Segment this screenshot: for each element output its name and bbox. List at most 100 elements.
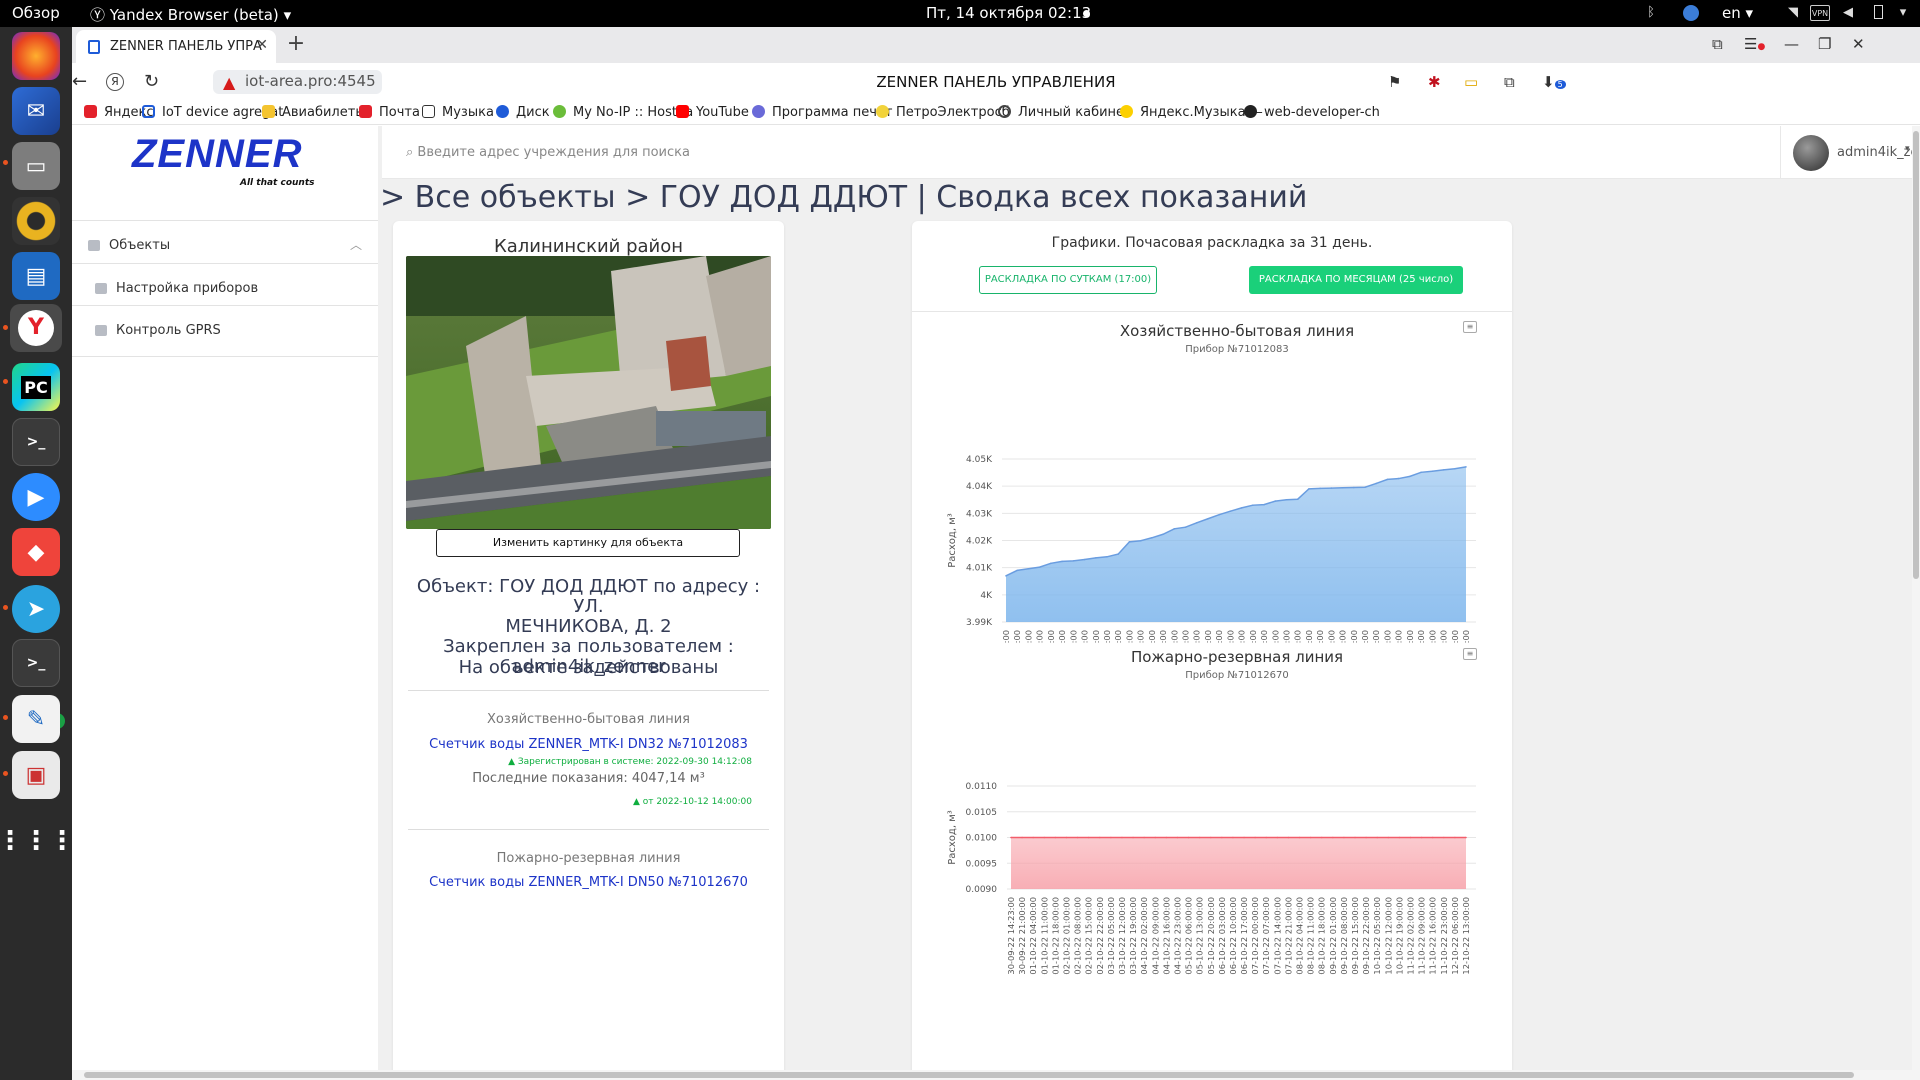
bookmark-item[interactable]: ПетроЭлектросб [876, 105, 1010, 120]
data-point [1330, 487, 1333, 489]
extension-bug-icon[interactable]: ✱ [1428, 73, 1441, 91]
x-tick-label: 11-10-22 16:00:00 [1428, 897, 1438, 975]
bookmark-item[interactable]: Почта [359, 105, 420, 120]
data-point [1198, 836, 1201, 839]
last-reading: Последние показания: 4047,14 м³ [472, 771, 705, 786]
thunderbird-icon[interactable]: ✉ [12, 87, 60, 135]
monthly-breakdown-button[interactable]: РАСКЛАДКА ПО МЕСЯЦАМ (25 число) [1249, 266, 1463, 294]
x-axis-label: Дата [1224, 978, 1250, 979]
scrollbar-thumb[interactable] [1913, 131, 1919, 579]
close-tab-icon[interactable]: ✕ [256, 37, 268, 53]
meter-link[interactable]: Счетчик воды ZENNER_MTK-I DN32 №71012083 [393, 737, 784, 752]
plane-icon [262, 105, 275, 118]
zoom-icon[interactable]: ▶ [12, 473, 60, 521]
browser-tab[interactable]: ZENNER ПАНЕЛЬ УПРА ✕ [76, 30, 276, 63]
y-tick-label: 4.02K [966, 537, 993, 547]
user-menu[interactable]: admin4ik_zenner ▾ [1780, 126, 1912, 179]
firefox-icon[interactable] [12, 32, 60, 80]
bookmark-item[interactable]: Музыка [422, 105, 494, 120]
bookmark-item[interactable]: Личный кабинет [998, 105, 1132, 120]
bookmark-item[interactable]: Яндекс.Музыка — [1120, 105, 1263, 120]
y-tick-label: 0.0095 [966, 859, 998, 869]
object-address-line1: Объект: ГОУ ДОД ДДЮТ по адресу : УЛ. [416, 576, 761, 617]
sidebar-item-gprs-control[interactable]: Контроль GPRS [72, 305, 378, 356]
browser-menu-icon[interactable]: ☰● [1744, 35, 1765, 53]
meter-link[interactable]: Счетчик воды ZENNER_MTK-I DN50 №71012670 [393, 875, 784, 890]
activities-button[interactable]: Обзор [12, 4, 60, 22]
bookmark-item[interactable]: Авиабилеты [262, 105, 366, 120]
language-indicator[interactable]: en ▾ [1722, 4, 1753, 22]
bookmark-item[interactable]: Диск [496, 105, 550, 120]
bookmark-star-icon[interactable]: ⚑ [1388, 73, 1401, 91]
extension-battery-icon[interactable]: ▭ [1464, 73, 1478, 91]
yandex-browser-icon[interactable]: Y [10, 304, 62, 352]
data-point [1443, 836, 1445, 839]
chart-title: Хозяйственно-бытовая линия [1120, 322, 1354, 340]
bookmark-item[interactable]: YouTube [676, 105, 749, 120]
apps-grid-icon[interactable]: ⋮⋮⋮ [0, 817, 75, 865]
vpn-icon[interactable]: VPN [1810, 5, 1830, 21]
x-tick-label: 02-10-22 22:00:00 [1095, 897, 1105, 975]
data-point [1098, 836, 1101, 839]
object-address-line2: МЕЧНИКОВА, Д. 2 [505, 616, 672, 637]
sidebar-item-label: Контроль GPRS [116, 323, 221, 338]
data-point [1128, 541, 1131, 543]
data-point [1207, 517, 1209, 520]
anydesk-icon[interactable]: ◆ [12, 528, 60, 576]
downloads-icon[interactable]: ⬇ 5 [1542, 73, 1566, 91]
pycharm-icon[interactable]: PC [12, 363, 60, 411]
minimize-icon[interactable]: — [1784, 35, 1799, 53]
horizontal-scrollbar[interactable] [72, 1070, 1920, 1080]
writer-icon[interactable]: ▤ [12, 252, 60, 300]
x-tick-label: 02-10-22 01:00:00 [1061, 897, 1071, 975]
chevron-down-icon[interactable]: ▾ [1895, 5, 1911, 21]
restore-icon[interactable]: ❐ [1818, 35, 1831, 53]
data-point [1065, 836, 1068, 839]
wifi-icon[interactable]: ◥ [1785, 5, 1801, 21]
search-input[interactable]: ⌕ Введите адрес учреждения для поиска [406, 145, 690, 160]
x-tick-label: 02-10-22 08:00:00 [1073, 897, 1083, 975]
bookmark-item[interactable]: My No-IP :: Hostna [553, 105, 693, 120]
data-point [1252, 504, 1254, 506]
chevron-up-icon[interactable]: ︿ [350, 236, 362, 253]
text-editor-icon[interactable]: ✎ [12, 695, 60, 743]
volume-icon[interactable]: ◀ [1840, 5, 1856, 21]
vertical-scrollbar[interactable] [1912, 126, 1920, 1070]
zenner-logo[interactable]: ZENNER [132, 132, 302, 177]
chart-menu-icon[interactable]: ≡ [1463, 648, 1477, 660]
battery-icon[interactable] [1874, 5, 1883, 19]
bookmark-label: Диск [516, 105, 550, 120]
telegram-icon[interactable]: ➤ [12, 585, 60, 633]
x-tick-label: 10-10-22 19:00:00 [1394, 897, 1404, 975]
bluetooth-icon[interactable]: ᛒ [1643, 5, 1659, 21]
clock[interactable]: Пт, 14 октября 02:13 [926, 4, 1091, 22]
daily-breakdown-button[interactable]: РАСКЛАДКА ПО СУТКАМ (17:00) [979, 266, 1157, 294]
data-point [1054, 836, 1057, 839]
status-app-icon[interactable] [1683, 5, 1699, 21]
terminal-icon[interactable]: >_ [12, 418, 60, 466]
yandex-music-icon [1120, 105, 1133, 118]
rhythmbox-icon[interactable] [12, 197, 60, 245]
data-point [1454, 836, 1456, 839]
chart-menu-icon[interactable]: ≡ [1463, 321, 1477, 333]
y-tick-label: 0.0110 [966, 782, 998, 792]
app-menu[interactable]: Ⓨ Yandex Browser (beta) ▾ [90, 4, 291, 25]
x-tick-label: 08-10-22 11:00:00 [1306, 897, 1316, 975]
new-tab-button[interactable]: + [284, 33, 308, 57]
bookmark-item[interactable]: web-developer-ch [1244, 105, 1380, 120]
tabs-overview-icon[interactable]: ⧉ [1712, 35, 1723, 53]
scrollbar-thumb[interactable] [84, 1072, 1854, 1078]
extension-collections-icon[interactable]: ⧉ [1504, 73, 1515, 91]
terminal-icon[interactable]: >_ [12, 639, 60, 687]
data-point [1221, 836, 1223, 839]
page-header: ⌕ Введите адрес учреждения для поиска ad… [382, 126, 1912, 179]
bookmark-item[interactable]: Программа печат [752, 105, 892, 120]
files-icon[interactable]: ▭ [12, 142, 60, 190]
close-window-icon[interactable]: ✕ [1852, 35, 1865, 53]
data-point [1285, 498, 1288, 501]
data-point [1376, 836, 1379, 839]
document-viewer-icon[interactable]: ▣ [12, 751, 60, 799]
data-point [1254, 836, 1256, 839]
change-image-button[interactable]: Изменить картинку для объекта [436, 529, 740, 557]
data-point [1397, 477, 1400, 480]
